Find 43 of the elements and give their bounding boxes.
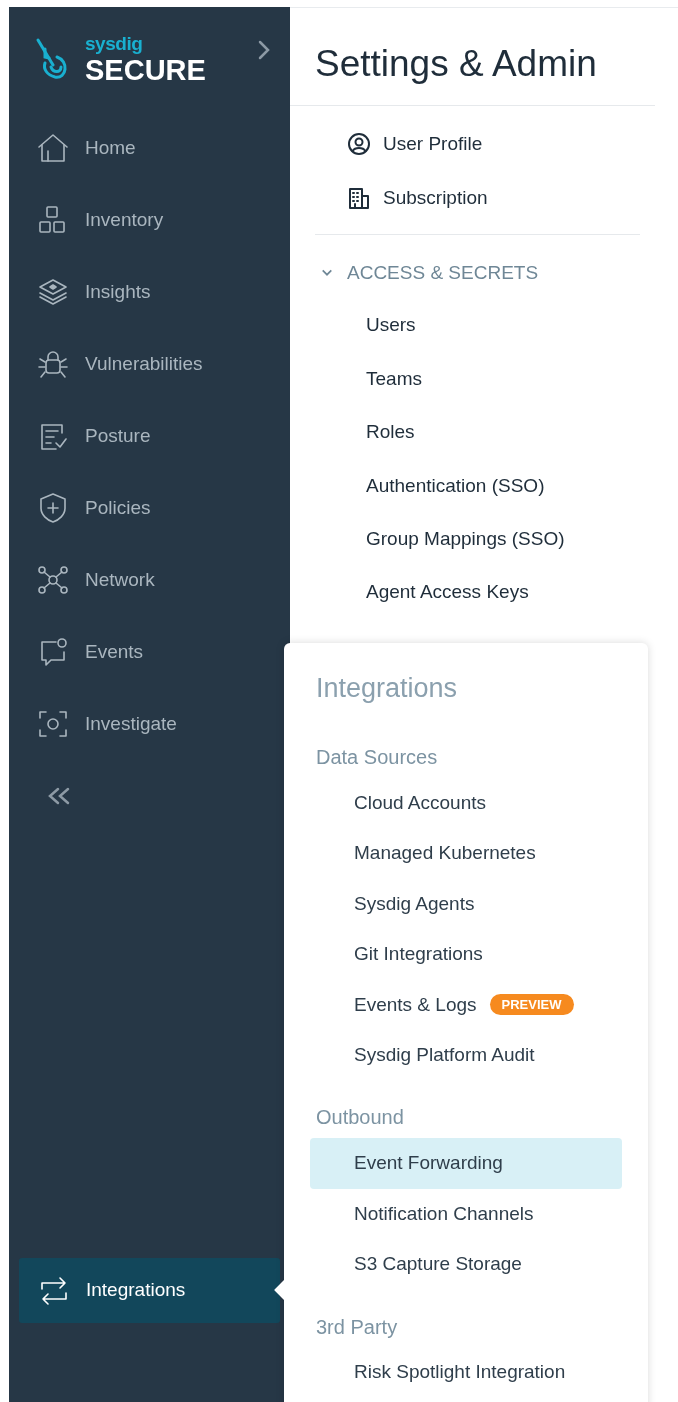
nav-item[interactable]: Vulnerabilities bbox=[9, 328, 290, 400]
nav-item[interactable]: Home bbox=[9, 112, 290, 184]
group-header: Data Sources bbox=[315, 747, 439, 767]
menu-item[interactable]: Event Forwarding bbox=[310, 1138, 622, 1189]
chevron-right-icon[interactable] bbox=[258, 39, 270, 60]
settings-item[interactable]: Authentication (SSO) bbox=[366, 471, 545, 501]
menu-item[interactable]: S3 Capture Storage bbox=[310, 1239, 622, 1290]
menu-item[interactable]: Cloud Accounts bbox=[310, 778, 622, 829]
menu-title: Integrations bbox=[315, 675, 459, 702]
nav-item[interactable]: Policies bbox=[9, 472, 290, 544]
building-icon bbox=[347, 186, 371, 210]
menu-item[interactable]: Sysdig Platform Audit bbox=[310, 1029, 622, 1081]
menu-item[interactable]: Notification Channels bbox=[310, 1188, 622, 1240]
nav-item[interactable]: Inventory bbox=[9, 184, 290, 256]
menu-item[interactable]: Sysdig Agents bbox=[310, 878, 622, 930]
menu-item[interactable]: Risk Spotlight Integration bbox=[310, 1347, 622, 1398]
group-header: 3rd Party bbox=[315, 1316, 399, 1337]
network-icon bbox=[35, 563, 71, 597]
settings-item[interactable]: Users bbox=[366, 311, 416, 340]
settings-item[interactable]: Subscription bbox=[315, 171, 640, 225]
preview-badge: PREVIEW bbox=[489, 994, 574, 1016]
menu-item[interactable]: Managed Kubernetes bbox=[310, 828, 622, 879]
page-title: Settings & Admin bbox=[314, 42, 598, 86]
nav-item[interactable]: Events bbox=[9, 616, 290, 688]
menu-item[interactable]: Events & Logs PREVIEW bbox=[310, 979, 622, 1030]
nav-item[interactable]: Integrations bbox=[19, 1258, 280, 1323]
settings-item[interactable]: Group Mappings (SSO) bbox=[366, 525, 565, 554]
nav-item[interactable]: Network bbox=[9, 544, 290, 616]
settings-item[interactable]: Teams bbox=[366, 364, 422, 394]
menu-item[interactable]: Git Integrations bbox=[310, 929, 622, 980]
settings-item[interactable]: User Profile bbox=[315, 117, 640, 171]
section-header[interactable]: ACCESS & SECRETS bbox=[347, 258, 539, 288]
user-circle-icon bbox=[347, 132, 371, 156]
nav-item[interactable]: Insights bbox=[9, 256, 290, 328]
product-name: SECURE bbox=[85, 56, 206, 85]
nav-item[interactable]: Posture bbox=[9, 400, 290, 472]
nav-item[interactable]: Investigate bbox=[9, 688, 290, 760]
settings-item[interactable]: Agent Access Keys bbox=[366, 578, 529, 607]
collapse-icon[interactable] bbox=[47, 787, 71, 805]
settings-item[interactable]: Roles bbox=[366, 418, 415, 447]
group-header: Outbound bbox=[315, 1107, 405, 1128]
brand-name: sysdig bbox=[85, 34, 144, 53]
home-icon bbox=[35, 131, 71, 165]
